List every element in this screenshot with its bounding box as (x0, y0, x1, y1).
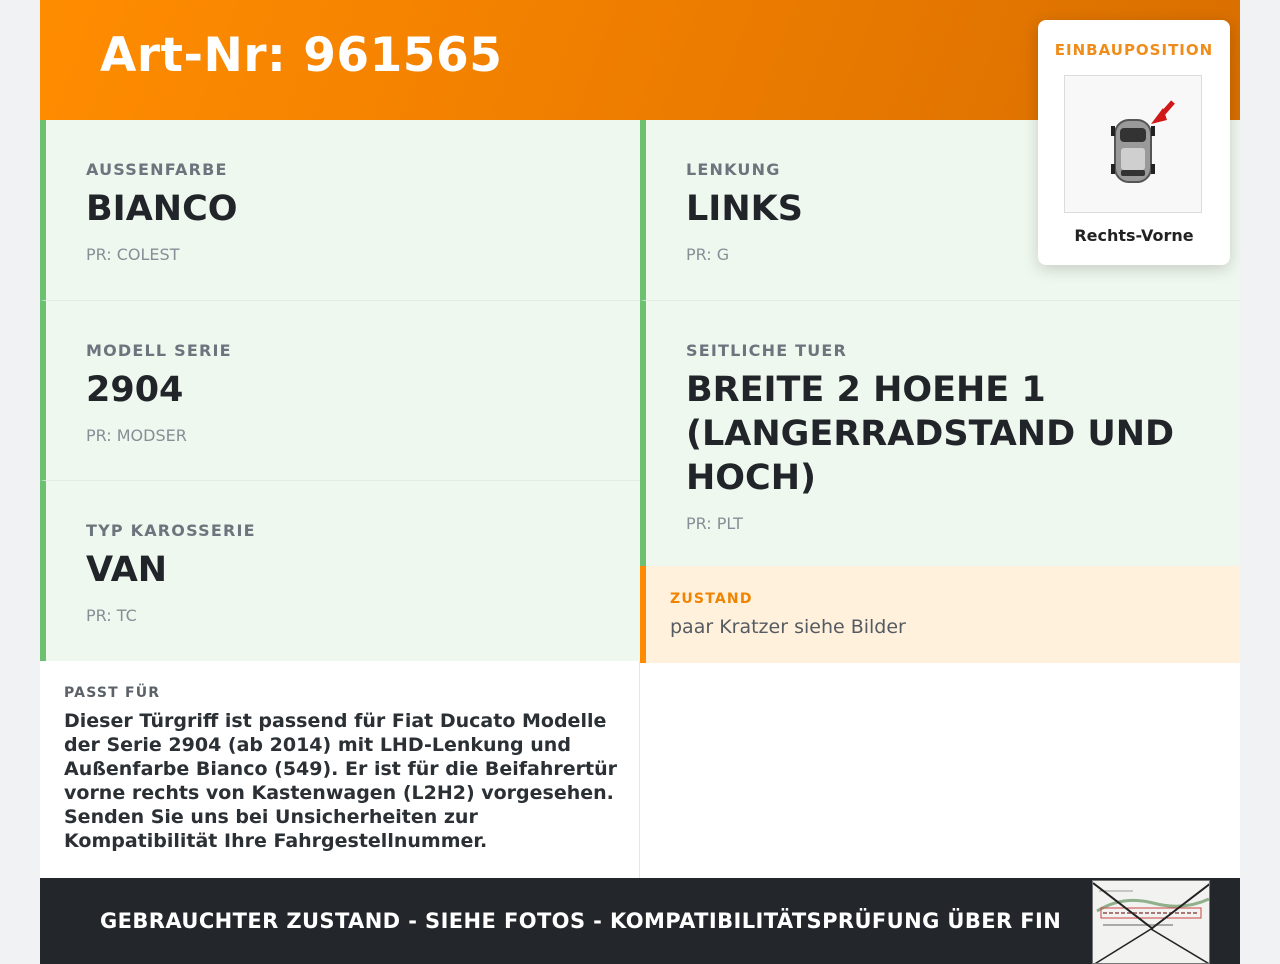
field-pr-code: PR: MODSER (86, 426, 187, 445)
registration-document-thumbnail[interactable] (1092, 880, 1210, 964)
field-label: MODELL SERIE (86, 341, 232, 360)
footer-bar: GEBRAUCHTER ZUSTAND - SIEHE FOTOS - KOMP… (40, 878, 1240, 964)
mounting-position-card: EINBAUPOSITION Rechts-Vorne (1038, 20, 1230, 265)
mounting-position-label: EINBAUPOSITION (1054, 41, 1214, 59)
field-pr-code: PR: TC (86, 606, 137, 625)
compatibility-label: PASST FÜR (64, 685, 161, 701)
field-value: BIANCO (86, 189, 238, 229)
product-info-card: Art-Nr: 961565 AUSSENFARBE BIANCO PR: CO… (40, 0, 1240, 964)
field-label: TYP KAROSSERIE (86, 521, 256, 540)
field-typ-karosserie: TYP KAROSSERIE VAN PR: TC (40, 480, 640, 661)
field-value: BREITE 2 HOEHE 1 (LANGERRADSTAND UND HOC… (686, 370, 1175, 498)
field-pr-code: PR: COLEST (86, 245, 180, 264)
compatibility-section: PASST FÜR Dieser Türgriff ist passend fü… (40, 661, 640, 878)
car-top-view-icon (1111, 100, 1175, 183)
field-seitliche-tuer: SEITLICHE TUER BREITE 2 HOEHE 1 (LANGERR… (640, 300, 1240, 566)
field-label: AUSSENFARBE (86, 160, 228, 179)
field-value: 2904 (86, 370, 184, 410)
mounting-position-value: Rechts-Vorne (1074, 226, 1194, 245)
document-image-icon (1093, 881, 1209, 963)
field-value: VAN (86, 550, 168, 590)
compatibility-text: Dieser Türgriff ist passend für Fiat Duc… (64, 710, 617, 852)
condition-text: paar Kratzer siehe Bilder (670, 616, 906, 638)
footer-text: GEBRAUCHTER ZUSTAND - SIEHE FOTOS - KOMP… (100, 909, 1062, 933)
article-number-title: Art-Nr: 961565 (100, 28, 503, 83)
mounting-position-image (1064, 75, 1202, 213)
field-modell-serie: MODELL SERIE 2904 PR: MODSER (40, 300, 640, 480)
condition-box: ZUSTAND paar Kratzer siehe Bilder (640, 566, 1240, 663)
field-label: SEITLICHE TUER (686, 341, 848, 360)
condition-label: ZUSTAND (670, 591, 753, 607)
field-pr-code: PR: PLT (686, 514, 743, 533)
field-aussenfarbe: AUSSENFARBE BIANCO PR: COLEST (40, 120, 640, 300)
arrow-icon (1151, 100, 1175, 124)
